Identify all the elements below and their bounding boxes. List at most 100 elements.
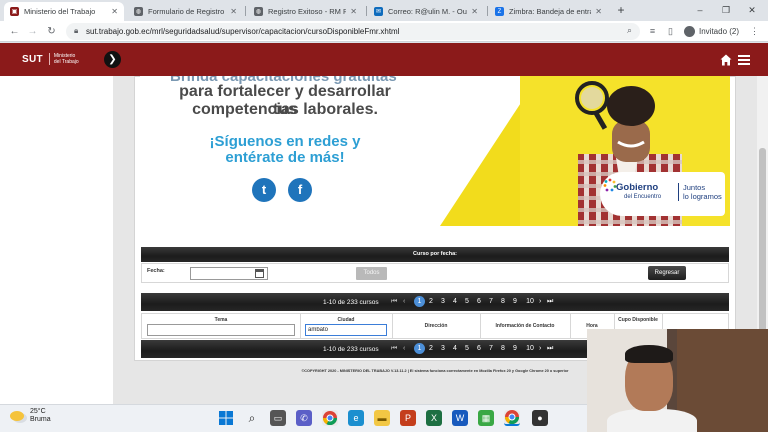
- chrome-icon[interactable]: [322, 410, 338, 426]
- page-2-button[interactable]: 2: [426, 345, 436, 352]
- promo-banner: Brinda capacitaciones gratuitas para for…: [140, 76, 730, 226]
- paginator: 1-10 de 233 cursos ⏮︎ ‹ 1 2 3 4 5 6 7 8 …: [141, 293, 729, 311]
- facebook-icon[interactable]: f: [288, 178, 312, 202]
- word-icon[interactable]: W: [452, 410, 468, 426]
- zoom-icon[interactable]: ⌕: [627, 25, 632, 36]
- restore-button[interactable]: ❐: [716, 3, 736, 17]
- page-10-button[interactable]: 10: [523, 345, 537, 352]
- column-header-ciudad: Ciudad: [337, 317, 355, 323]
- excel-icon[interactable]: X: [426, 410, 442, 426]
- page-8-button[interactable]: 8: [498, 298, 508, 305]
- chrome-active-icon[interactable]: [504, 410, 520, 426]
- side-panel-icon[interactable]: ▯: [664, 25, 677, 38]
- weather-widget[interactable]: 25°C Bruma: [10, 408, 51, 424]
- banner-line-4: ¡Síguenos en redes y: [209, 133, 361, 150]
- last-page-icon[interactable]: ⏭︎: [547, 298, 553, 306]
- page-4-button[interactable]: 4: [450, 345, 460, 352]
- search-icon[interactable]: ⌕: [244, 410, 260, 426]
- page-8-button[interactable]: 8: [498, 345, 508, 352]
- forward-arrow-icon[interactable]: →: [26, 25, 39, 38]
- close-tab-icon[interactable]: ✕: [111, 7, 118, 16]
- prev-page-icon[interactable]: ‹: [403, 345, 405, 352]
- prev-page-icon[interactable]: ‹: [403, 298, 405, 305]
- sut-logo[interactable]: SUT Ministerio del Trabajo: [22, 53, 79, 65]
- next-page-icon[interactable]: ›: [539, 345, 541, 352]
- minimize-button[interactable]: –: [690, 3, 710, 17]
- close-tab-icon[interactable]: ✕: [471, 7, 478, 16]
- page-1-button[interactable]: 1: [414, 296, 425, 307]
- page-4-button[interactable]: 4: [450, 298, 460, 305]
- browser-toolbar: ← → ↻ 🔒︎ sut.trabajo.gob.ec/mrl/segurida…: [0, 21, 768, 42]
- calculator-icon[interactable]: ▦: [478, 410, 494, 426]
- page-6-button[interactable]: 6: [474, 345, 484, 352]
- page-7-button[interactable]: 7: [486, 298, 496, 305]
- tab-zimbra[interactable]: Z Zimbra: Bandeja de entra ✕: [489, 2, 608, 21]
- windows-start-icon[interactable]: [218, 410, 234, 426]
- left-sidebar: [0, 76, 113, 404]
- reload-icon[interactable]: ↻: [45, 25, 58, 38]
- home-icon[interactable]: [720, 54, 732, 66]
- tab-formulario-de-registro[interactable]: ◍ Formulario de Registro Bi ✕: [128, 2, 243, 21]
- page-5-button[interactable]: 5: [462, 345, 472, 352]
- powerpoint-icon[interactable]: P: [400, 410, 416, 426]
- page-3-button[interactable]: 3: [438, 345, 448, 352]
- tema-filter-input[interactable]: [147, 324, 295, 336]
- page-9-button[interactable]: 9: [510, 345, 520, 352]
- filter-row: Fecha: Todos Regresar: [141, 263, 729, 283]
- address-bar[interactable]: 🔒︎ sut.trabajo.gob.ec/mrl/seguridadsalud…: [66, 23, 640, 40]
- profile-button[interactable]: Invitado (2): [684, 24, 739, 39]
- ciudad-filter-input[interactable]: [305, 324, 387, 336]
- results-count: 1-10 de 233 cursos: [323, 299, 379, 306]
- recording-app-icon[interactable]: ●: [532, 410, 548, 426]
- twitter-icon[interactable]: t: [252, 178, 276, 202]
- todos-button[interactable]: Todos: [356, 267, 387, 280]
- reading-list-icon[interactable]: ≡: [646, 25, 659, 38]
- new-tab-button[interactable]: +: [614, 3, 628, 17]
- first-page-icon[interactable]: ⏮︎: [391, 345, 397, 353]
- site-header: SUT Ministerio del Trabajo ❯: [0, 43, 768, 76]
- file-explorer-icon[interactable]: ▬: [374, 410, 390, 426]
- regresar-button[interactable]: Regresar: [648, 266, 686, 280]
- tab-ministerio-del-trabajo[interactable]: ▣ Ministerio del Trabajo ✕: [4, 2, 124, 21]
- edge-icon[interactable]: e: [348, 410, 364, 426]
- close-tab-icon[interactable]: ✕: [595, 7, 602, 16]
- logo-subtitle-line-2: del Trabajo: [53, 59, 79, 65]
- tab-label: Zimbra: Bandeja de entra: [509, 7, 592, 16]
- close-tab-icon[interactable]: ✕: [230, 7, 237, 16]
- close-window-button[interactable]: ✕: [742, 3, 762, 17]
- page-1-button[interactable]: 1: [414, 343, 425, 354]
- back-arrow-icon[interactable]: ←: [8, 25, 21, 38]
- tab-separator: [245, 6, 246, 16]
- tab-separator: [487, 6, 488, 16]
- column-header-direccion: Dirección: [424, 323, 448, 329]
- first-page-icon[interactable]: ⏮︎: [391, 298, 397, 306]
- gobierno-subtitle: del Encuentro: [624, 194, 662, 200]
- profile-label: Invitado (2): [699, 27, 740, 36]
- tab-correo-outlook[interactable]: ✉ Correo: R@ulin M. - Outl ✕: [368, 2, 484, 21]
- slogan-line-1: Juntos: [683, 183, 706, 192]
- page-2-button[interactable]: 2: [426, 298, 436, 305]
- page-5-button[interactable]: 5: [462, 298, 472, 305]
- calendar-icon[interactable]: [255, 269, 264, 278]
- tab-label: Formulario de Registro Bi: [148, 7, 227, 16]
- more-options-icon[interactable]: ⋮: [748, 25, 761, 38]
- collapse-menu-button[interactable]: ❯: [104, 51, 121, 68]
- page-10-button[interactable]: 10: [523, 298, 537, 305]
- webcam-overlay: [587, 329, 768, 432]
- page-7-button[interactable]: 7: [486, 345, 496, 352]
- tab-registro-exitoso[interactable]: ◍ Registro Exitoso - RM Pro ✕: [248, 2, 363, 21]
- page-9-button[interactable]: 9: [510, 298, 520, 305]
- page-6-button[interactable]: 6: [474, 298, 484, 305]
- page-3-button[interactable]: 3: [438, 298, 448, 305]
- task-view-icon[interactable]: ▭: [270, 410, 286, 426]
- lock-icon[interactable]: 🔒︎: [74, 26, 78, 36]
- teams-chat-icon[interactable]: ✆: [296, 410, 312, 426]
- close-tab-icon[interactable]: ✕: [350, 7, 357, 16]
- webcam-hair: [625, 345, 673, 363]
- date-input[interactable]: [190, 267, 268, 280]
- next-page-icon[interactable]: ›: [539, 298, 541, 305]
- hamburger-menu-icon[interactable]: [738, 55, 750, 65]
- last-page-icon[interactable]: ⏭︎: [547, 345, 553, 353]
- webcam-shirt: [607, 409, 697, 432]
- date-label: Fecha:: [147, 268, 165, 274]
